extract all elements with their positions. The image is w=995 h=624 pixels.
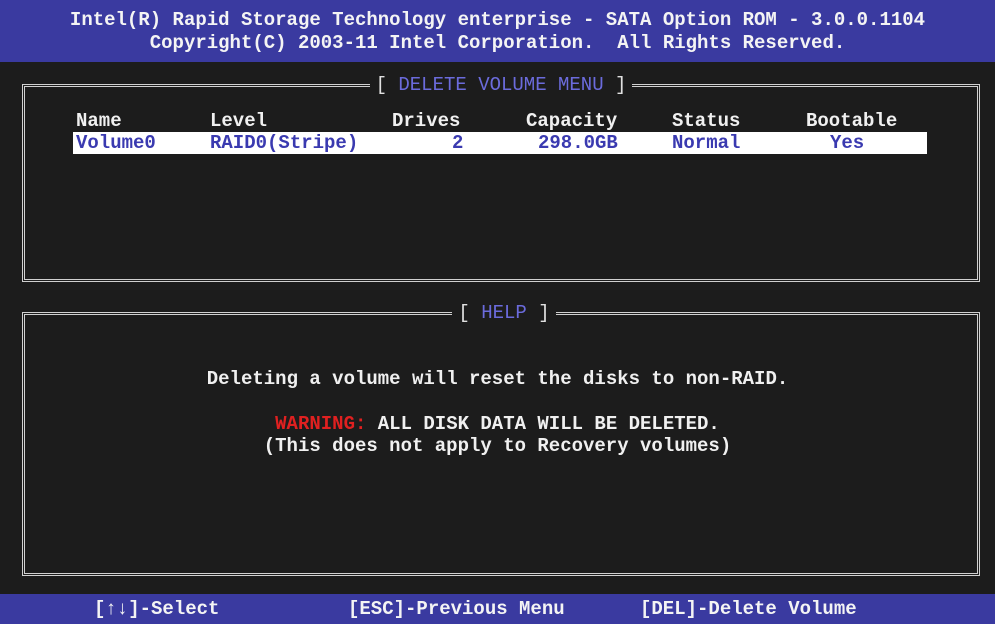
help-panel-title: [ HELP ] (111, 301, 897, 325)
volume-name: Volume0 (76, 132, 156, 154)
warning-text: ALL DISK DATA WILL BE DELETED. (366, 413, 720, 435)
header-bar: Intel(R) Rapid Storage Technology enterp… (0, 0, 995, 62)
help-warning-line: WARNING: ALL DISK DATA WILL BE DELETED. (0, 412, 995, 436)
help-title-text: HELP (481, 302, 527, 324)
help-recovery-note: (This does not apply to Recovery volumes… (263, 435, 732, 457)
header-copyright: Copyright(C) 2003-11 Intel Corporation. … (149, 32, 846, 54)
volume-drives: 2 (452, 132, 464, 154)
delete-volume-title-text: DELETE VOLUME MENU (398, 74, 604, 96)
key-hint-select: [↑↓]-Select (94, 598, 220, 620)
column-header-capacity: Capacity (526, 110, 618, 132)
volume-status: Normal (672, 132, 741, 154)
volume-level: RAID0(Stripe) (210, 132, 359, 154)
key-hint-previous-menu: [ESC]-Previous Menu (348, 598, 565, 620)
column-header-bootable: Bootable (806, 110, 898, 132)
volume-row-selected[interactable] (73, 132, 927, 154)
volume-capacity: 298.0GB (538, 132, 618, 154)
footer-bar: [↑↓]-Select [ESC]-Previous Menu [DEL]-De… (0, 594, 995, 624)
bios-screen: Intel(R) Rapid Storage Technology enterp… (0, 0, 995, 624)
column-header-status: Status (672, 110, 741, 132)
column-header-drives: Drives (392, 110, 461, 132)
column-header-name: Name (76, 110, 122, 132)
delete-volume-panel-title: [ DELETE VOLUME MENU ] (25, 73, 977, 97)
column-header-level: Level (210, 110, 268, 132)
key-hint-delete-volume: [DEL]-Delete Volume (640, 598, 857, 620)
header-title: Intel(R) Rapid Storage Technology enterp… (69, 9, 926, 31)
volume-bootable: Yes (830, 132, 865, 154)
help-text-line: Deleting a volume will reset the disks t… (206, 368, 789, 390)
warning-label: WARNING: (275, 413, 367, 435)
